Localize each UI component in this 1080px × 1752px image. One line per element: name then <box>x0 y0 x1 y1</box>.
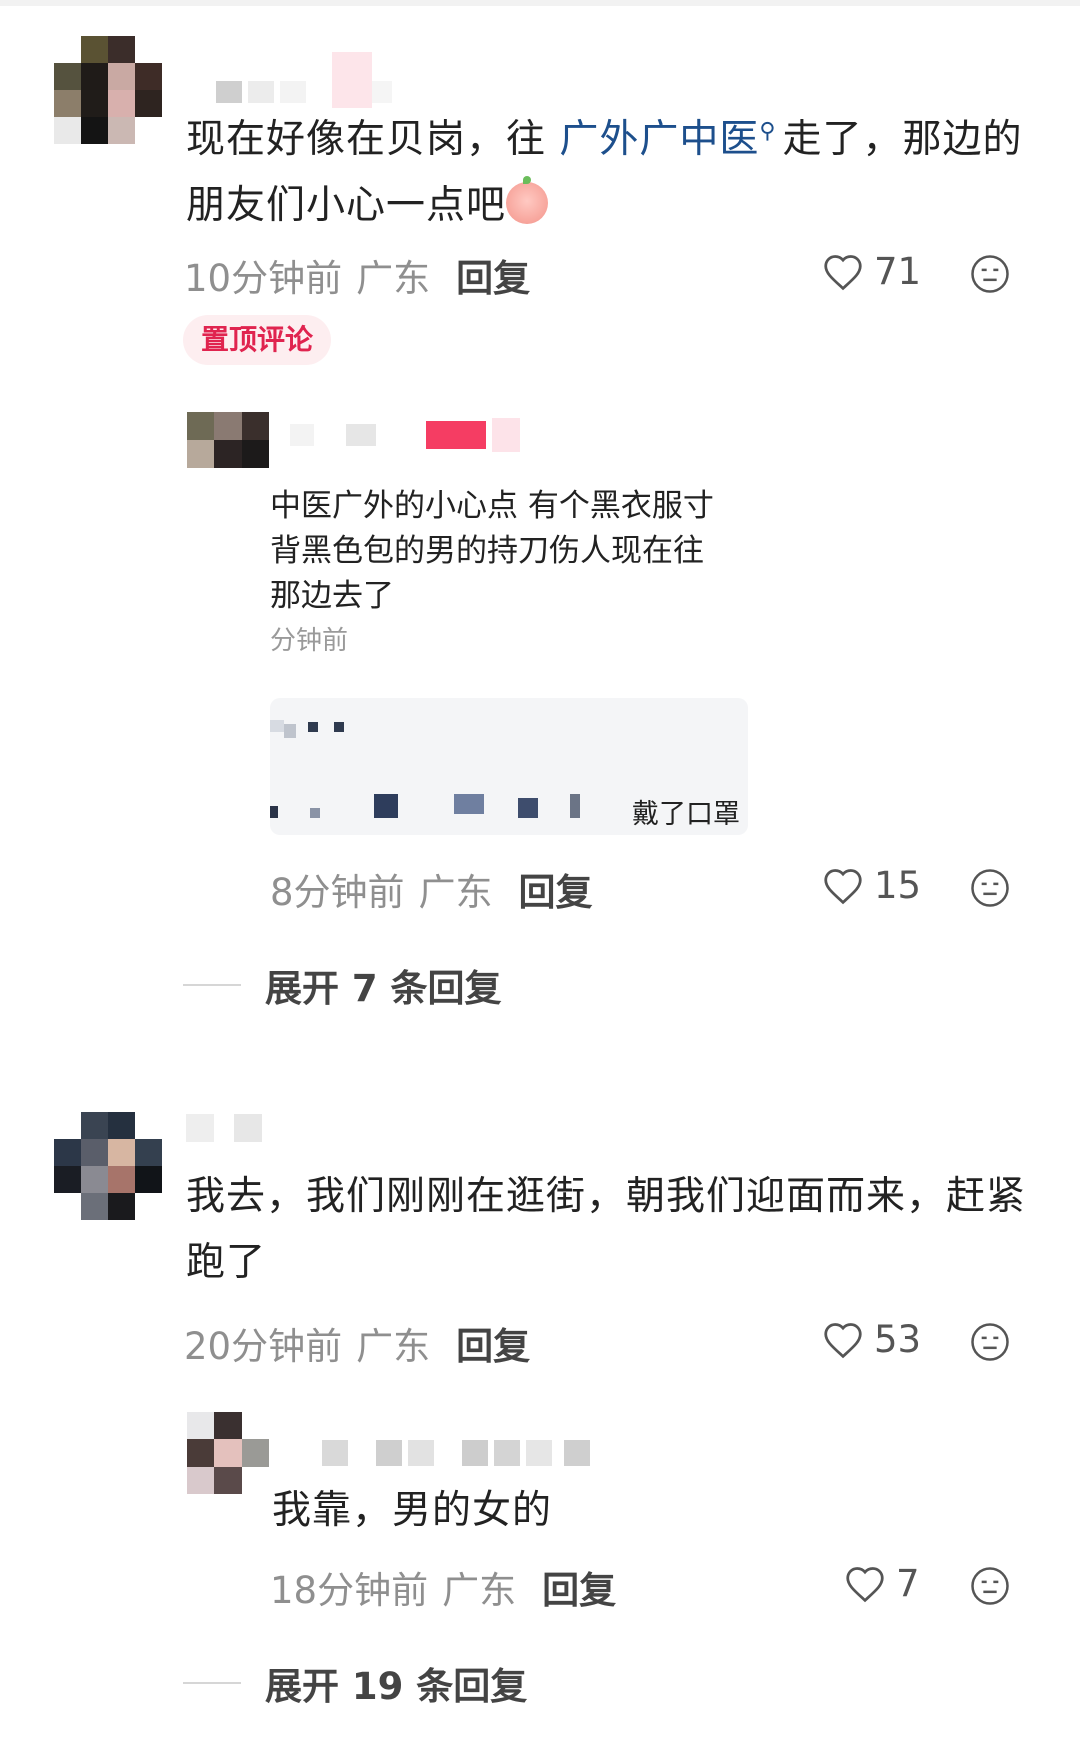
expand-replies-button[interactable]: 展开 7 条回复 <box>183 958 502 1012</box>
heart-outline-icon <box>846 1566 884 1602</box>
meh-face-icon[interactable] <box>970 868 1010 908</box>
avatar[interactable] <box>54 36 162 144</box>
expand-replies-label: 展开 19 条回复 <box>265 1665 528 1708</box>
expand-replies-label: 展开 7 条回复 <box>265 967 502 1010</box>
like-count: 71 <box>874 250 922 293</box>
timestamp: 8分钟前 <box>270 871 405 914</box>
like-count: 15 <box>874 864 922 907</box>
image-text-line: 背黑色包的男的持刀伤人现在往 <box>270 533 704 569</box>
region-label: 广东 <box>442 1569 517 1612</box>
comment-text: 现在好像在贝岗，往 广外广中医⚲ 走了，那边的朋友们小心一点吧 <box>186 99 1036 239</box>
comment-text-part: 现在好像在贝岗，往 <box>186 117 560 162</box>
like-count: 7 <box>896 1562 920 1605</box>
pinned-comment-badge: 置顶评论 <box>183 315 332 365</box>
like-count: 53 <box>874 1318 922 1361</box>
image-inner-card: 戴了口罩 <box>270 698 748 835</box>
divider-dash <box>183 984 241 986</box>
expand-replies-button[interactable]: 展开 19 条回复 <box>183 1656 527 1710</box>
region-label: 广东 <box>356 1325 431 1368</box>
meh-face-icon[interactable] <box>970 1566 1010 1606</box>
like-button[interactable]: 71 <box>822 250 921 293</box>
image-text-line: 那边去了 <box>270 578 394 614</box>
reply-button[interactable]: 回复 <box>456 1316 530 1370</box>
reply-meta: 18分钟前 广东 回复 <box>270 1560 616 1614</box>
region-label: 广东 <box>418 871 493 914</box>
timestamp: 10分钟前 <box>184 257 343 300</box>
timestamp: 20分钟前 <box>184 1325 343 1368</box>
like-button[interactable]: 15 <box>822 864 921 907</box>
image-text-line: 中医广外的小心点 有个黑衣服寸 <box>270 488 714 524</box>
reply-avatar[interactable] <box>187 1412 269 1494</box>
timestamp: 18分钟前 <box>270 1569 429 1612</box>
image-caption: 戴了口罩 <box>632 799 740 830</box>
avatar[interactable] <box>54 1112 162 1220</box>
username-blurred[interactable] <box>186 1114 262 1142</box>
reply-avatar[interactable] <box>187 412 269 468</box>
reply-username-blurred[interactable] <box>290 418 520 452</box>
comment-text: 我去，我们刚刚在逛街，朝我们迎面而来，赶紧跑了 <box>186 1174 1027 1285</box>
divider-dash <box>183 1682 241 1684</box>
reply-button[interactable]: 回复 <box>542 1560 616 1614</box>
top-divider <box>0 0 1080 6</box>
heart-outline-icon <box>824 868 862 904</box>
reply-button[interactable]: 回复 <box>456 248 530 302</box>
peach-crying-emoji <box>506 176 549 224</box>
heart-outline-icon <box>824 254 862 290</box>
search-icon[interactable]: ⚲ <box>759 119 776 144</box>
like-button[interactable]: 53 <box>822 1318 921 1361</box>
region-label: 广东 <box>356 257 431 300</box>
reply-meta: 8分钟前 广东 回复 <box>270 862 593 916</box>
reply-username-blurred[interactable] <box>322 1440 590 1466</box>
search-link[interactable]: 广外广中医 <box>559 117 759 162</box>
comment-meta: 10分钟前 广东 回复 <box>184 248 530 302</box>
like-button[interactable]: 7 <box>844 1562 920 1605</box>
meh-face-icon[interactable] <box>970 254 1010 294</box>
comment-meta: 20分钟前 广东 回复 <box>184 1316 530 1370</box>
meh-face-icon[interactable] <box>970 1322 1010 1362</box>
heart-outline-icon <box>824 1322 862 1358</box>
reply-image[interactable]: 中医广外的小心点 有个黑衣服寸 背黑色包的男的持刀伤人现在往 那边去了 分钟前 … <box>270 470 748 835</box>
image-timestamp: 分钟前 <box>270 626 349 656</box>
reply-text: 我靠，男的女的 <box>272 1488 553 1533</box>
reply-button[interactable]: 回复 <box>519 862 593 916</box>
